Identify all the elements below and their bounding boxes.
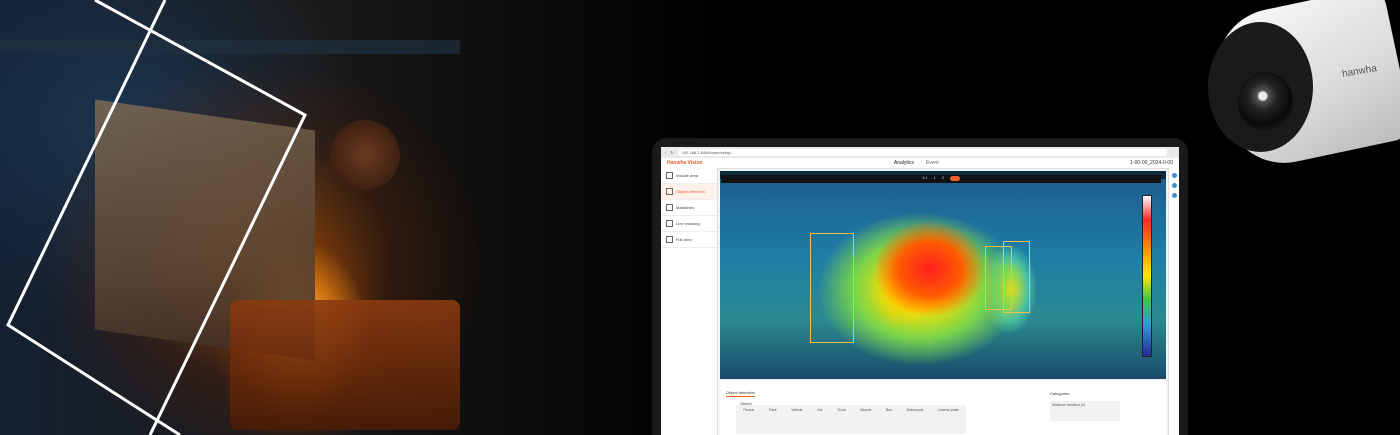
object-person[interactable]: Person [743, 408, 754, 412]
detection-box[interactable] [810, 233, 854, 343]
line-icon [666, 220, 673, 227]
thermal-viewer [720, 171, 1166, 379]
object-detection-panel: Object detection Object Person Face Vehi… [720, 381, 1166, 435]
object-bicycle[interactable]: Bicycle [860, 408, 871, 412]
object-motorcycle[interactable]: Motorcycle [907, 408, 924, 412]
tab-analytics[interactable]: Analytics [894, 160, 914, 166]
sidebar: Include area Object detection Masklines … [661, 168, 718, 435]
full-area-icon [666, 236, 673, 243]
sidebar-item-object-detection[interactable]: Object detection [661, 184, 717, 200]
camera-front [1208, 22, 1313, 152]
app-header: Hanwha Vision Analytics Event 1-00-00_20… [661, 158, 1179, 169]
min-duration-control[interactable]: Minimum duration (s) [1050, 401, 1120, 421]
categories-label: Categories [1050, 391, 1070, 396]
header-status: 1-00-00_2024-0-00 [1130, 160, 1173, 166]
object-types: Person Face Vehicle Car Truck Bicycle Bu… [736, 405, 966, 434]
sidebar-item-full-area[interactable]: Full area [661, 232, 717, 248]
object-icon [666, 188, 673, 195]
url-field[interactable]: 192.168.1.84/#/home/setup/... [677, 149, 1167, 156]
tab-event[interactable]: Event [926, 160, 939, 166]
tool-icon[interactable] [1171, 183, 1177, 188]
brand-logo: Hanwha Vision [667, 160, 703, 166]
object-face[interactable]: Face [769, 408, 777, 412]
sidebar-item-line-crossing[interactable]: Line crossing [661, 216, 717, 232]
view-1-button[interactable]: 1 [934, 175, 936, 183]
refresh-icon[interactable]: ↻ [670, 150, 673, 155]
detection-box[interactable] [1003, 241, 1030, 313]
header-tabs: Analytics Event [894, 160, 939, 166]
right-toolbar [1168, 168, 1179, 435]
camera-lens [1238, 72, 1293, 132]
object-car[interactable]: Car [817, 408, 823, 412]
thermal-camera: hanwha [1200, 0, 1400, 175]
fov-frame-outer [94, 0, 307, 435]
sidebar-item-masklines[interactable]: Masklines [661, 200, 717, 216]
object-bus[interactable]: Bus [886, 408, 892, 412]
sidebar-item-label: Include area [676, 173, 699, 178]
toggle-switch[interactable] [950, 176, 961, 181]
tool-icon[interactable] [1171, 173, 1177, 178]
area-icon [666, 172, 673, 179]
fov-frame-inner [6, 0, 181, 435]
laptop-screen: ‹ ↻ 192.168.1.84/#/home/setup/... ⋮ Hanw… [661, 147, 1179, 435]
sidebar-item-label: Line crossing [676, 221, 700, 226]
tool-icon[interactable] [1171, 193, 1177, 198]
menu-icon[interactable]: ⋮ [1171, 150, 1175, 155]
laptop: ‹ ↻ 192.168.1.84/#/home/setup/... ⋮ Hanw… [652, 138, 1188, 435]
crane-pulley [330, 120, 400, 190]
mask-icon [666, 204, 673, 211]
sidebar-item-label: Masklines [676, 205, 694, 210]
back-icon[interactable]: ‹ [665, 150, 666, 155]
min-duration-label: Minimum duration (s) [1052, 403, 1085, 407]
zoom-1to1-button[interactable]: 1:1 [922, 175, 928, 183]
thermal-image [720, 179, 1166, 379]
temperature-scale [1142, 195, 1152, 357]
viewer-toolbar: 1:1 1 2 [721, 175, 1161, 183]
object-vehicle[interactable]: Vehicle [791, 408, 802, 412]
fov-frame [6, 0, 307, 435]
browser-bar: ‹ ↻ 192.168.1.84/#/home/setup/... ⋮ [661, 147, 1179, 158]
object-truck[interactable]: Truck [837, 408, 846, 412]
object-license-plate[interactable]: License plate [938, 408, 959, 412]
hero-banner: ‹ ↻ 192.168.1.84/#/home/setup/... ⋮ Hanw… [0, 0, 1400, 435]
sidebar-item-include-area[interactable]: Include area [661, 168, 717, 184]
sidebar-item-label: Object detection [676, 189, 705, 194]
sidebar-item-label: Full area [676, 237, 692, 242]
view-2-button[interactable]: 2 [942, 175, 944, 183]
section-title: Object detection [726, 390, 755, 397]
